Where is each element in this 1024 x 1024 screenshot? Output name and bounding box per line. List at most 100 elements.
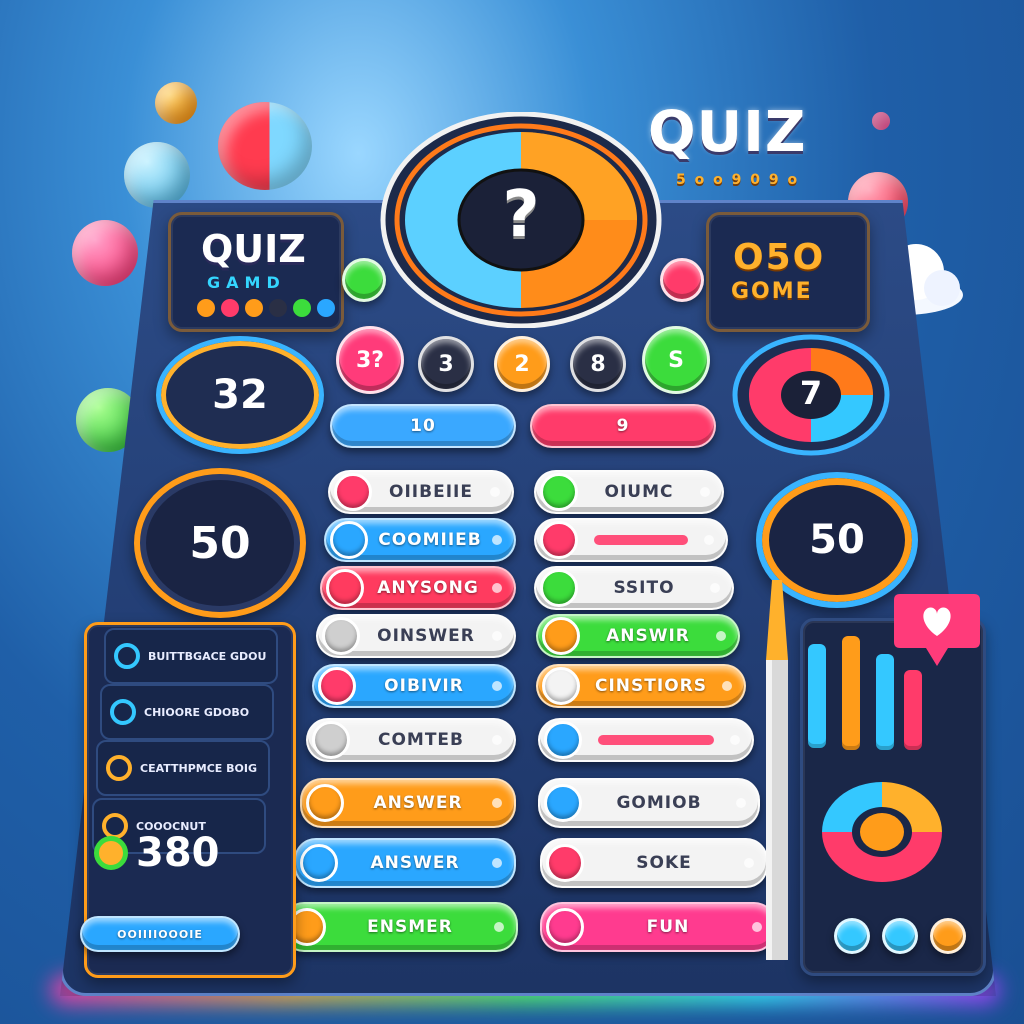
answer-knob-icon xyxy=(540,569,578,607)
panel-dot-row xyxy=(197,299,335,317)
answer-label: OIIBEIIE xyxy=(389,482,473,502)
answer-knob-icon xyxy=(334,473,372,511)
bottom-right-dot-2[interactable] xyxy=(882,918,918,954)
answer-left-4[interactable]: OINSWER xyxy=(316,614,516,658)
left-score-value-top: 32 xyxy=(212,372,268,418)
bar-2 xyxy=(842,636,860,750)
answer-knob-icon xyxy=(312,721,350,759)
answer-right-5[interactable]: CINSTIORS xyxy=(536,664,746,708)
answer-left-5[interactable]: OIBIVIR xyxy=(312,664,516,708)
answer-left-6[interactable]: COMTEB xyxy=(306,718,516,762)
side-ring-icon xyxy=(114,643,140,669)
top-pill-right-label: 9 xyxy=(616,416,630,436)
answer-knob-icon xyxy=(540,473,578,511)
right-mini-wheel[interactable]: 7 xyxy=(732,334,890,456)
answer-right-9[interactable]: FUN xyxy=(540,902,776,952)
answer-left-8[interactable]: ANSWER xyxy=(294,838,516,888)
left-score-circle-bottom[interactable]: 50 xyxy=(134,468,306,618)
number-button-3[interactable]: 2 xyxy=(494,336,550,392)
answer-label: ANSWIR xyxy=(606,626,690,646)
answer-label: COOMIIEB xyxy=(378,530,482,550)
answer-label: ANYSONG xyxy=(377,578,479,598)
answer-right-7[interactable]: GOMIOB xyxy=(538,778,760,828)
number-button-1[interactable]: 3? xyxy=(336,326,404,394)
left-score-value-bottom: 50 xyxy=(189,517,251,569)
bottom-right-dot-1[interactable] xyxy=(834,918,870,954)
heart-icon[interactable] xyxy=(892,586,982,670)
side-list-item-3[interactable]: CEATTHPMCE BOIG xyxy=(96,740,270,796)
panel-quiz-title: QUIZ xyxy=(201,227,306,271)
quiz-header-subtitle: 5 ο ο 9 0 9 ο xyxy=(676,172,800,188)
answer-dot-icon xyxy=(722,681,732,691)
answer-label: ANSWER xyxy=(373,793,463,813)
tiny-pink-bubble xyxy=(872,112,890,130)
answer-dot-icon xyxy=(494,922,504,932)
answer-right-4[interactable]: ANSWIR xyxy=(536,614,740,658)
side-score-row: 380 xyxy=(94,830,220,876)
answer-label: SOKE xyxy=(636,853,692,873)
answer-knob-icon xyxy=(322,617,360,655)
bar-1 xyxy=(808,644,826,748)
side-score-value: 380 xyxy=(136,830,220,876)
answer-right-1[interactable]: OIUMC xyxy=(534,470,724,514)
top-left-panel: QUIZ GAMD xyxy=(168,212,344,332)
number-button-4[interactable]: 8 xyxy=(570,336,626,392)
side-ring-icon xyxy=(110,699,136,725)
answer-dot-icon xyxy=(736,798,746,808)
answer-label: CINSTIORS xyxy=(595,676,707,696)
side-bottom-pill-label: OOIIIIOOOIE xyxy=(117,927,203,941)
donut-chart-icon xyxy=(812,772,952,892)
answer-label xyxy=(598,735,714,745)
answer-left-1[interactable]: OIIBEIIE xyxy=(328,470,514,514)
answer-label: OIBIVIR xyxy=(384,676,464,696)
bottom-right-dot-3[interactable] xyxy=(930,918,966,954)
answer-right-2[interactable] xyxy=(534,518,728,562)
center-wheel[interactable]: ? xyxy=(380,111,662,329)
answer-knob-icon xyxy=(546,844,584,882)
answer-right-8[interactable]: SOKE xyxy=(540,838,768,888)
right-score-value-bottom: 50 xyxy=(809,517,865,563)
answer-right-3[interactable]: SSITO xyxy=(534,566,734,610)
side-bottom-pill[interactable]: OOIIIIOOOIE xyxy=(80,916,240,952)
pencil-icon xyxy=(758,580,798,970)
answer-knob-icon xyxy=(300,844,338,882)
left-score-circle-top[interactable]: 32 xyxy=(156,336,324,454)
number-button-5[interactable]: S xyxy=(642,326,710,394)
answer-label xyxy=(594,535,688,545)
side-list-item-2[interactable]: CHIOORE GDOBO xyxy=(100,684,274,740)
answer-label: GOMIOB xyxy=(616,793,702,813)
answer-label: SSITO xyxy=(613,578,675,598)
answer-label: ENSMER xyxy=(367,917,453,937)
answer-left-2[interactable]: COOMIIEB xyxy=(324,518,516,562)
answer-knob-icon xyxy=(306,784,344,822)
answer-left-3[interactable]: ANYSONG xyxy=(320,566,516,610)
answer-left-7[interactable]: ANSWER xyxy=(300,778,516,828)
answer-knob-icon xyxy=(544,721,582,759)
center-question-mark: ? xyxy=(502,178,540,252)
panel-game-line: GOME xyxy=(731,279,813,304)
top-left-mini-button[interactable] xyxy=(342,258,386,302)
answer-dot-icon xyxy=(492,735,502,745)
answer-right-6[interactable] xyxy=(538,718,754,762)
side-list-text: CHIOORE GDOBO xyxy=(144,705,250,719)
answer-label: FUN xyxy=(646,917,690,937)
answer-left-9[interactable]: ENSMER xyxy=(282,902,518,952)
answer-dot-icon xyxy=(492,798,502,808)
answer-dot-icon xyxy=(704,535,714,545)
split-bubble xyxy=(218,102,312,190)
answer-knob-icon xyxy=(540,521,578,559)
right-score-value-top: 7 xyxy=(799,374,823,412)
answer-dot-icon xyxy=(744,858,754,868)
blue-bubble xyxy=(124,142,190,208)
side-ring-icon xyxy=(106,755,132,781)
side-score-ring-icon xyxy=(94,836,128,870)
number-button-2[interactable]: 3 xyxy=(418,336,474,392)
top-right-mini-button[interactable] xyxy=(660,258,704,302)
top-pill-left-label: 10 xyxy=(410,416,436,436)
top-pill-right[interactable]: 9 xyxy=(530,404,716,448)
bar-3 xyxy=(876,654,894,750)
side-list-item-1[interactable]: BUITTBGACE GDOU xyxy=(104,628,278,684)
answer-label: OIUMC xyxy=(604,482,674,502)
answer-dot-icon xyxy=(490,487,500,497)
top-pill-left[interactable]: 10 xyxy=(330,404,516,448)
